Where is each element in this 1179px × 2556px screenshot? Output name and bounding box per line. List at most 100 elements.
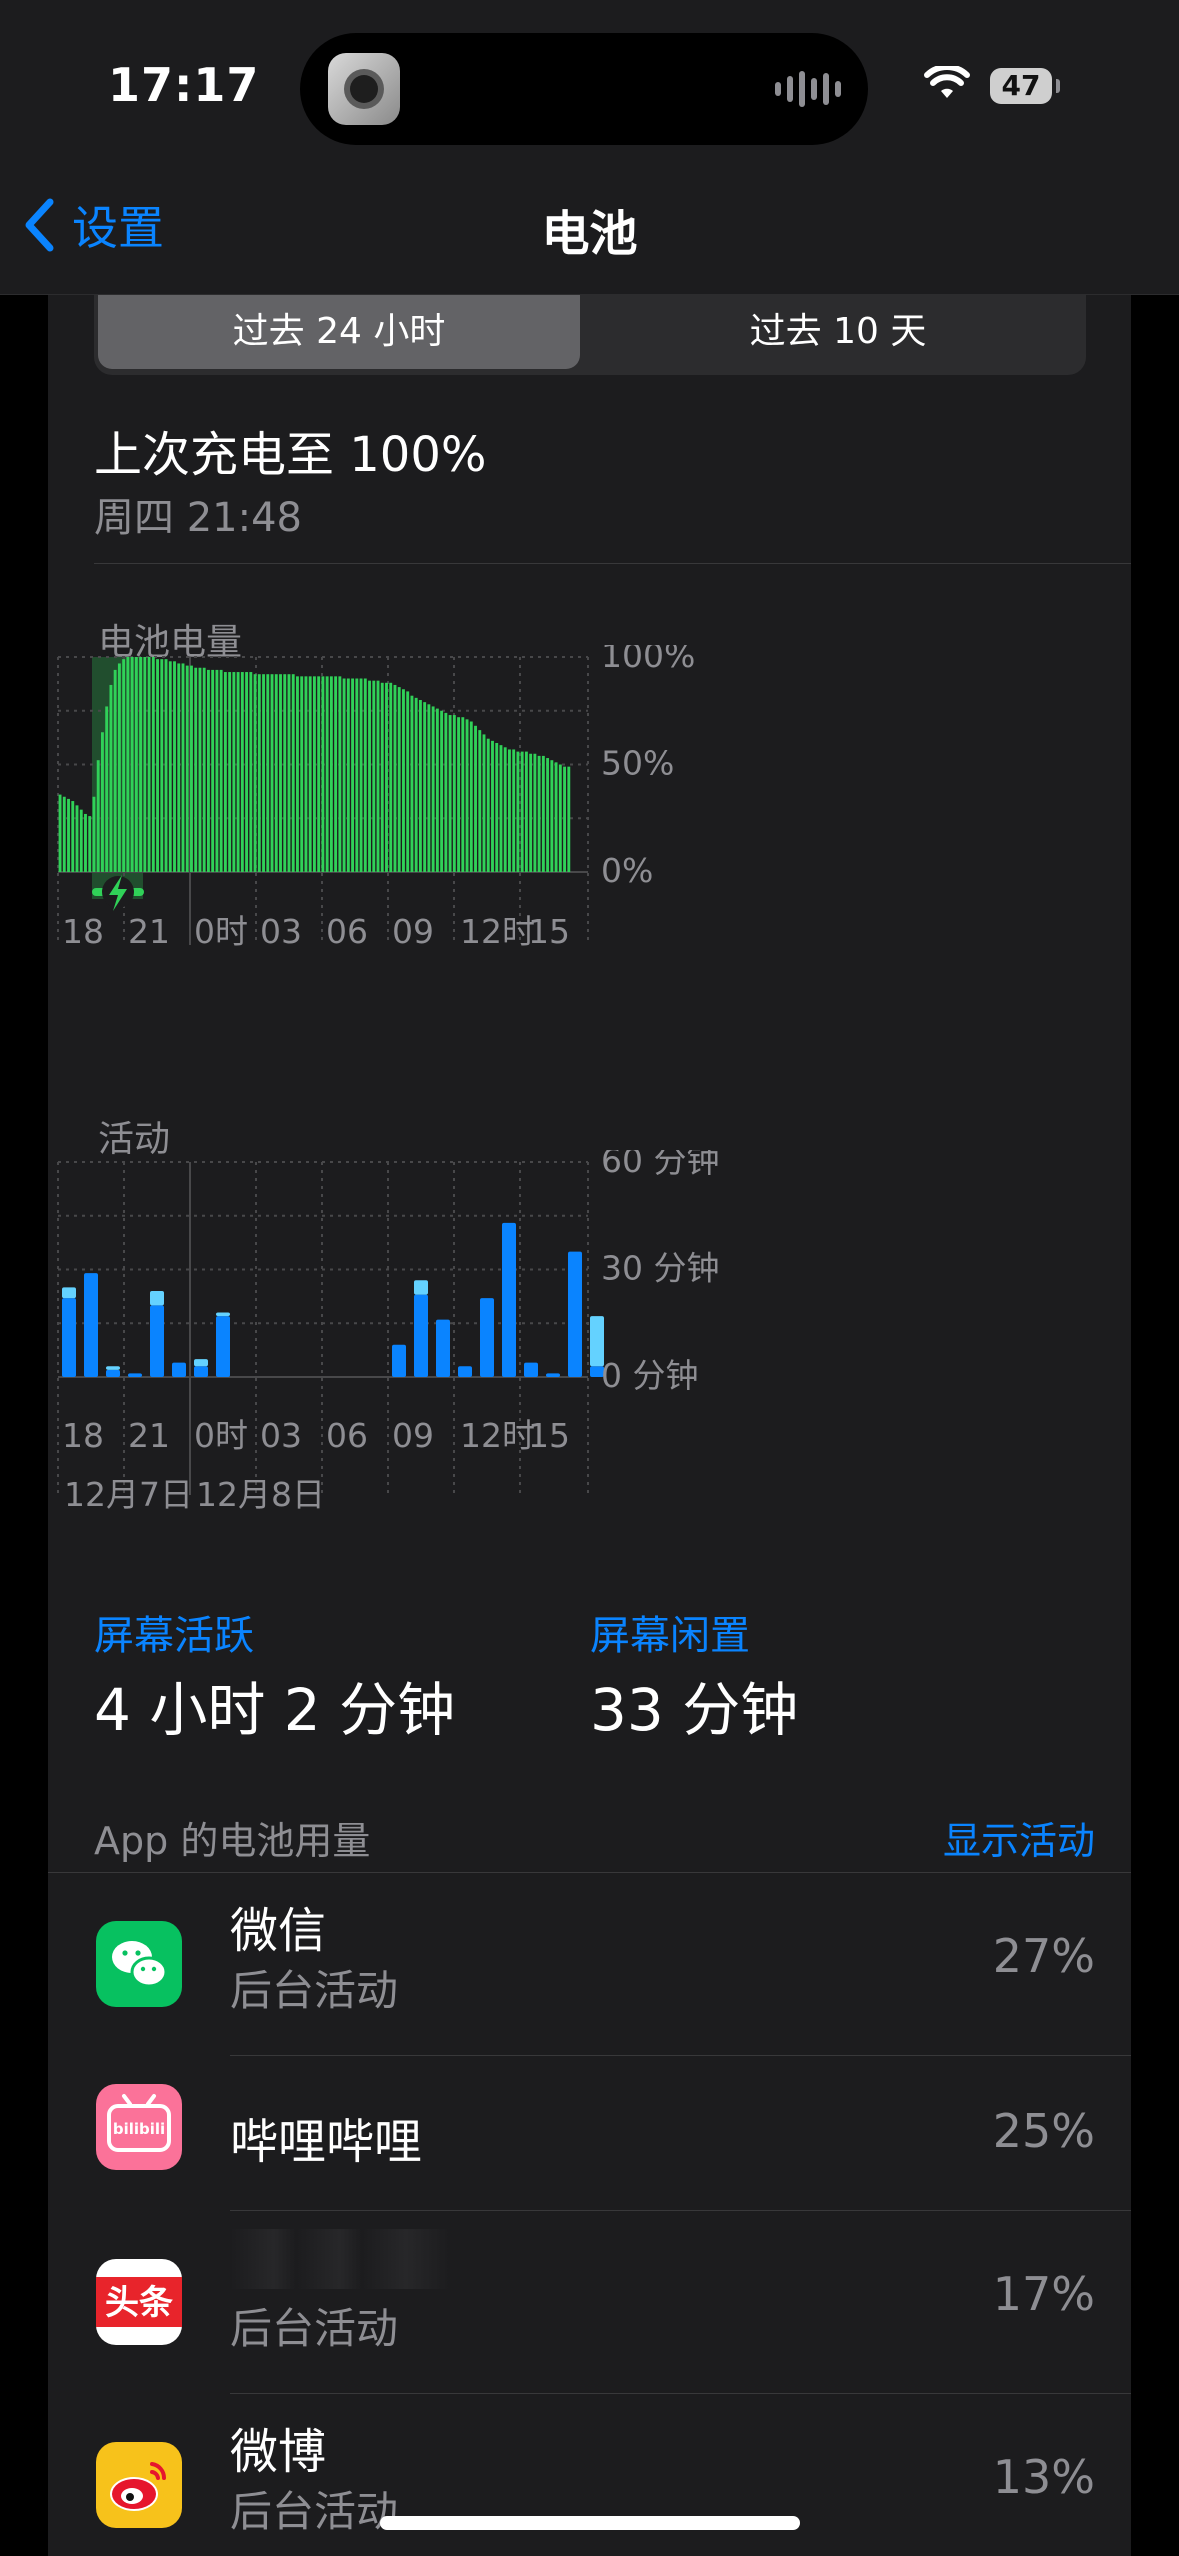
now-playing-artwork[interactable] <box>328 53 400 125</box>
battery-bar <box>389 682 393 872</box>
app-row-weibo[interactable]: 微博 后台活动 13% <box>48 2394 1131 2556</box>
battery-bar <box>190 665 193 872</box>
activity-bar-active <box>172 1362 186 1377</box>
battery-bar <box>461 717 465 872</box>
x-tick-label: 09 <box>392 912 434 951</box>
battery-bar <box>215 669 219 872</box>
x-tick-label: 0时 <box>194 912 248 951</box>
x-tick-label: 0时 <box>194 1416 248 1455</box>
app-percentage: 27% <box>992 1929 1095 1983</box>
x-tick-label: 18 <box>62 1416 104 1455</box>
svg-text:头条: 头条 <box>105 2283 173 2323</box>
activity-bar-active <box>150 1305 164 1377</box>
battery-bar <box>482 734 486 872</box>
battery-bar <box>414 697 418 872</box>
battery-bar <box>134 657 138 872</box>
battery-bar <box>469 721 473 872</box>
battery-bar <box>346 678 350 872</box>
battery-bar <box>402 689 405 872</box>
segment-24h[interactable]: 过去 24 小时 <box>98 295 580 369</box>
activity-bar-idle <box>106 1366 120 1370</box>
home-indicator[interactable] <box>380 2516 800 2530</box>
battery-bar <box>96 760 100 872</box>
x-tick-label: 21 <box>128 912 170 951</box>
battery-bar <box>249 672 253 872</box>
activity-bar-active <box>458 1366 472 1377</box>
app-name: 微信 <box>230 1903 327 1959</box>
battery-bar <box>105 706 109 872</box>
audio-waveform-icon <box>775 69 841 109</box>
show-activity-button[interactable]: 显示活动 <box>943 1810 1095 1865</box>
battery-bar <box>160 659 164 872</box>
app-row-bilibili[interactable]: bilibili 哔哩哔哩 25% <box>48 2056 1131 2210</box>
battery-bar <box>410 695 414 872</box>
last-charge-title: 上次充电至 100% <box>94 427 487 483</box>
battery-bar <box>283 674 287 872</box>
battery-bar <box>88 816 92 872</box>
battery-bar <box>499 745 503 872</box>
y-tick-label: 30 分钟 <box>601 1249 719 1288</box>
battery-bar <box>508 749 511 872</box>
battery-bar <box>236 672 240 872</box>
activity-bar-active <box>546 1373 560 1377</box>
activity-bar-idle <box>62 1287 76 1299</box>
battery-bar <box>219 669 223 872</box>
battery-bar <box>533 753 537 872</box>
battery-bar <box>427 704 431 872</box>
battery-bar <box>211 669 215 872</box>
activity-bar-active <box>194 1366 208 1377</box>
battery-bar <box>92 796 96 872</box>
battery-bar <box>279 674 282 872</box>
battery-bar <box>363 678 367 872</box>
y-tick-label: 0% <box>601 851 653 890</box>
battery-bar <box>202 667 206 872</box>
activity-chart[interactable]: 60 分钟 30 分钟 0 分钟 18 21 0时 03 06 09 12时15 12月7日 12月8… <box>48 1150 1131 1570</box>
battery-bar <box>198 667 202 872</box>
wifi-icon <box>924 66 970 98</box>
battery-bar <box>520 751 524 872</box>
battery-bar <box>558 764 562 872</box>
activity-bar-active <box>392 1344 406 1377</box>
battery-bar <box>300 676 304 872</box>
battery-bar <box>109 684 113 872</box>
activity-bar-idle <box>216 1312 230 1317</box>
date-label: 12月8日 <box>196 1475 325 1514</box>
weibo-icon <box>96 2442 182 2528</box>
activity-bar-active <box>106 1369 120 1377</box>
navigation-bar: 设置 电池 <box>0 170 1179 295</box>
app-subtitle: 后台活动 <box>230 2487 399 2536</box>
date-label: 12月7日 <box>64 1475 193 1514</box>
x-tick-label: 09 <box>392 1416 434 1455</box>
app-row-wechat[interactable]: 微信 后台活动 27% <box>48 1873 1131 2055</box>
activity-bar-idle <box>194 1359 208 1367</box>
battery-level-chart[interactable]: 100% 50% 0% 18 21 0时 03 06 09 12时15 <box>48 645 1131 1045</box>
app-row-toutiao[interactable]: 头条 后台活动 17% <box>48 2211 1131 2393</box>
battery-bar <box>308 676 312 872</box>
battery-bar <box>228 672 232 872</box>
battery-bar <box>516 751 520 872</box>
battery-bar <box>181 663 185 872</box>
status-bar: 17:17 47 <box>0 0 1179 170</box>
battery-bar <box>444 712 448 872</box>
battery-bar <box>567 766 571 872</box>
battery-bar <box>245 672 249 872</box>
battery-bar <box>355 678 359 872</box>
battery-bar <box>71 801 75 872</box>
battery-bar <box>143 657 147 872</box>
x-tick-label: 03 <box>260 1416 302 1455</box>
battery-bar <box>317 676 321 872</box>
y-tick-label: 60 分钟 <box>601 1150 719 1180</box>
battery-bar <box>304 676 308 872</box>
segment-10d[interactable]: 过去 10 天 <box>594 295 1082 369</box>
battery-bar <box>486 738 490 872</box>
battery-bar <box>385 682 388 872</box>
activity-bar-active <box>502 1222 516 1377</box>
battery-bar <box>503 747 507 872</box>
battery-bar <box>397 687 401 872</box>
battery-bar <box>117 663 121 872</box>
obscured-app-name <box>230 2229 450 2289</box>
battery-bar <box>262 674 265 872</box>
battery-bar <box>156 659 159 872</box>
dynamic-island[interactable] <box>300 33 868 145</box>
battery-bar <box>130 657 134 872</box>
